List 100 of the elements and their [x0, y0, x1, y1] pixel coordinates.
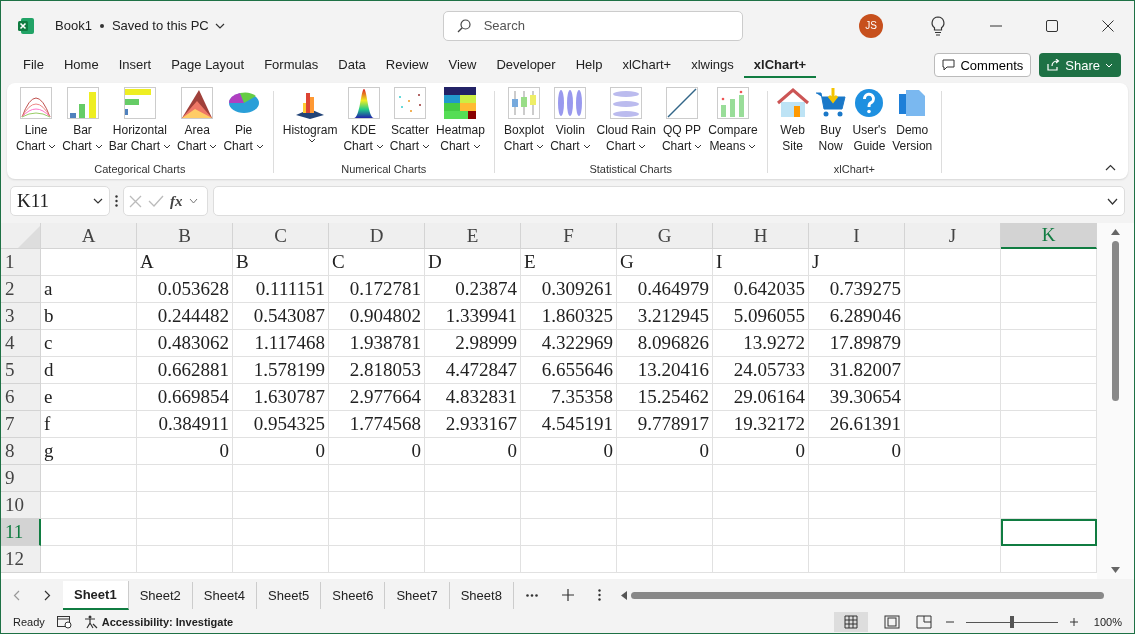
table-cell[interactable]: 0.669854 — [137, 384, 233, 411]
previous-sheet-icon[interactable] — [13, 589, 20, 601]
table-cell[interactable]: 0.954325 — [233, 411, 329, 438]
share-button[interactable]: Share — [1039, 53, 1121, 77]
table-cell[interactable]: 6.655646 — [521, 357, 617, 384]
table-cell[interactable]: 0.904802 — [329, 303, 425, 330]
table-cell[interactable] — [905, 384, 1001, 411]
sheet-tab[interactable]: Sheet4 — [192, 581, 258, 609]
table-cell[interactable] — [617, 492, 713, 519]
table-cell[interactable] — [233, 465, 329, 492]
sheet-tab[interactable]: Sheet5 — [257, 581, 322, 609]
table-cell[interactable]: 1.938781 — [329, 330, 425, 357]
row-header[interactable]: 6 — [1, 384, 41, 411]
column-header[interactable]: H — [713, 223, 809, 249]
table-cell[interactable] — [425, 519, 521, 546]
table-cell[interactable]: D — [425, 249, 521, 276]
table-cell[interactable] — [905, 276, 1001, 303]
minimize-icon[interactable] — [990, 24, 1002, 27]
row-header[interactable]: 4 — [1, 330, 41, 357]
ribbon-button[interactable]: Bar Chart — [59, 87, 106, 163]
column-header[interactable]: B — [137, 223, 233, 249]
table-cell[interactable] — [521, 519, 617, 546]
sheet-tab[interactable]: Sheet6 — [321, 581, 386, 609]
table-cell[interactable] — [905, 546, 1001, 573]
table-cell[interactable]: 0 — [809, 438, 905, 465]
ribbon-tab[interactable]: File — [13, 52, 54, 78]
ribbon-button[interactable]: QQ PP Chart — [658, 87, 706, 163]
table-cell[interactable]: 1.578199 — [233, 357, 329, 384]
column-header[interactable]: I — [809, 223, 905, 249]
table-cell[interactable] — [809, 546, 905, 573]
table-cell[interactable] — [905, 357, 1001, 384]
table-cell[interactable]: 4.472847 — [425, 357, 521, 384]
ribbon-button[interactable]: Buy Now — [811, 87, 850, 163]
chevron-icon[interactable] — [214, 22, 225, 29]
table-cell[interactable] — [137, 492, 233, 519]
row-header[interactable]: 9 — [1, 465, 41, 492]
table-cell[interactable] — [809, 519, 905, 546]
table-cell[interactable]: 0.739275 — [809, 276, 905, 303]
scrollbar-thumb[interactable] — [630, 591, 1104, 599]
table-cell[interactable] — [713, 546, 809, 573]
table-cell[interactable]: 0.244482 — [137, 303, 233, 330]
table-cell[interactable]: 13.20416 — [617, 357, 713, 384]
table-cell[interactable]: 1.630787 — [233, 384, 329, 411]
table-cell[interactable] — [617, 519, 713, 546]
table-cell[interactable]: 13.9272 — [713, 330, 809, 357]
sheet-tab[interactable]: Sheet2 — [128, 581, 193, 609]
table-cell[interactable]: 0 — [617, 438, 713, 465]
ribbon-tab[interactable]: Insert — [108, 52, 162, 78]
table-cell[interactable]: 19.32172 — [713, 411, 809, 438]
table-cell[interactable]: 3.212945 — [617, 303, 713, 330]
page-break-icon[interactable] — [915, 615, 932, 629]
table-cell[interactable]: 9.778917 — [617, 411, 713, 438]
table-cell[interactable]: 24.05733 — [713, 357, 809, 384]
table-cell[interactable] — [713, 492, 809, 519]
table-cell[interactable]: 2.818053 — [329, 357, 425, 384]
table-cell[interactable]: a — [41, 276, 137, 303]
table-cell[interactable]: 26.61391 — [809, 411, 905, 438]
collapse-ribbon-icon[interactable] — [1105, 164, 1116, 171]
more-options-icon[interactable] — [115, 195, 118, 207]
table-cell[interactable]: f — [41, 411, 137, 438]
column-header[interactable]: F — [521, 223, 617, 249]
table-cell[interactable]: 7.35358 — [521, 384, 617, 411]
ribbon-tab[interactable]: Formulas — [254, 52, 329, 78]
table-cell[interactable]: 17.89879 — [809, 330, 905, 357]
table-cell[interactable]: 4.832831 — [425, 384, 521, 411]
table-cell[interactable] — [329, 546, 425, 573]
table-cell[interactable] — [137, 546, 233, 573]
table-cell[interactable] — [809, 465, 905, 492]
ribbon-tab[interactable]: Review — [375, 52, 439, 78]
table-cell[interactable]: 1.774568 — [329, 411, 425, 438]
table-cell[interactable]: J — [809, 249, 905, 276]
table-cell[interactable]: 1.860325 — [521, 303, 617, 330]
sheet-tab[interactable]: Sheet1 — [63, 580, 129, 610]
table-cell[interactable]: 4.322969 — [521, 330, 617, 357]
table-cell[interactable] — [41, 465, 137, 492]
table-cell[interactable] — [905, 303, 1001, 330]
table-cell[interactable] — [905, 519, 1001, 546]
table-cell[interactable]: 0.662881 — [137, 357, 233, 384]
scroll-left-icon[interactable] — [620, 590, 627, 600]
table-cell[interactable] — [617, 465, 713, 492]
user-avatar[interactable]: JS — [859, 13, 883, 38]
table-cell[interactable]: e — [41, 384, 137, 411]
scroll-down-icon[interactable] — [1111, 567, 1120, 573]
name-box[interactable]: K11 — [10, 186, 110, 216]
table-cell[interactable]: 2.98999 — [425, 330, 521, 357]
ribbon-button[interactable]: Compare Means — [705, 87, 761, 163]
table-cell[interactable] — [233, 492, 329, 519]
ribbon-tab[interactable]: xlChart+ — [743, 52, 817, 78]
table-cell[interactable] — [521, 546, 617, 573]
table-cell[interactable]: 0.543087 — [233, 303, 329, 330]
table-cell[interactable]: G — [617, 249, 713, 276]
table-cell[interactable]: 4.545191 — [521, 411, 617, 438]
table-cell[interactable] — [41, 249, 137, 276]
row-header[interactable]: 8 — [1, 438, 41, 465]
normal-view-icon[interactable] — [833, 612, 868, 632]
table-cell[interactable]: 2.933167 — [425, 411, 521, 438]
table-cell[interactable]: 8.096826 — [617, 330, 713, 357]
table-cell[interactable] — [905, 465, 1001, 492]
comments-button[interactable]: Comments — [934, 53, 1032, 77]
table-cell[interactable] — [137, 519, 233, 546]
